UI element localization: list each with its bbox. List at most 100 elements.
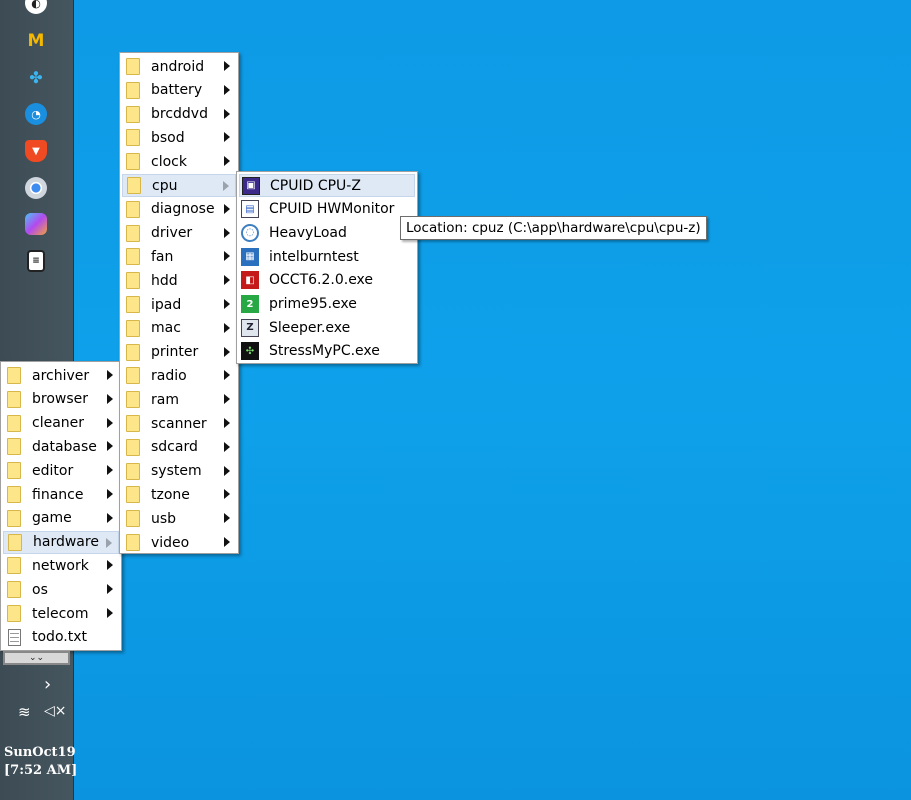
hardware-item-driver[interactable]: driver xyxy=(122,222,236,245)
hardware-item-printer[interactable]: printer xyxy=(122,341,236,364)
submenu-arrow-icon xyxy=(107,393,113,404)
hardware-item-label: usb xyxy=(151,510,177,527)
folder-icon xyxy=(7,557,21,575)
submenu-arrow-icon xyxy=(224,108,230,119)
root-item-telecom[interactable]: telecom xyxy=(3,602,119,625)
folder-icon xyxy=(126,486,140,504)
folder-icon xyxy=(126,224,140,242)
submenu-arrow-icon xyxy=(224,61,230,71)
cpu-item-label: intelburntest xyxy=(269,248,359,265)
hardware-item-mac[interactable]: mac xyxy=(122,317,236,340)
notepad-app-icon[interactable]: ≡ xyxy=(27,250,45,272)
submenu-arrow-icon xyxy=(107,584,113,595)
cpu-item-cpuid-hwmonitor[interactable]: ▤ CPUID HWMonitor xyxy=(239,198,415,221)
folder-icon xyxy=(7,509,21,527)
hardware-item-video[interactable]: video xyxy=(122,531,236,554)
root-item-network[interactable]: network xyxy=(3,554,119,577)
cpu-item-cpuid-cpu-z[interactable]: ▣ CPUID CPU-Z xyxy=(239,174,415,197)
cpu-item-sleeper-exe[interactable]: Z Sleeper.exe xyxy=(239,316,415,339)
hardware-item-usb[interactable]: usb xyxy=(122,507,236,530)
hardware-item-diagnose[interactable]: diagnose xyxy=(122,198,236,221)
folder-icon xyxy=(7,367,21,384)
hardware-item-battery[interactable]: battery xyxy=(122,79,236,102)
root-item-cleaner[interactable]: cleaner xyxy=(3,412,119,435)
volume-muted-icon[interactable]: ◁× xyxy=(44,703,67,719)
cpu-submenu: ▣ CPUID CPU-Z ▤ CPUID HWMonitor ◌ HeavyLoad ▦ i… xyxy=(236,171,418,364)
submenu-arrow-icon xyxy=(224,132,230,143)
cpu-item-label: OCCT6.2.0.exe xyxy=(269,272,374,289)
hardware-item-hdd[interactable]: hdd xyxy=(122,269,236,292)
root-item-archiver[interactable]: archiver xyxy=(3,364,119,387)
submenu-arrow-icon xyxy=(224,203,230,214)
tray-expand-chevron-icon[interactable]: › xyxy=(44,674,51,695)
hardware-item-label: battery xyxy=(151,82,203,99)
submenu-arrow-icon xyxy=(107,608,113,618)
hardware-item-label: brcddvd xyxy=(151,106,208,123)
prime95-icon: 2 xyxy=(241,295,259,313)
speedometer-icon[interactable]: ◔ xyxy=(25,103,47,125)
submenu-arrow-icon xyxy=(107,465,113,476)
hardware-item-sdcard[interactable]: sdcard xyxy=(122,436,236,459)
submenu-arrow-icon xyxy=(224,251,230,262)
taskbar-clock[interactable]: SunOct19 [7:52 AM] xyxy=(4,744,77,780)
root-item-game[interactable]: game xyxy=(3,507,119,530)
submenu-arrow-icon xyxy=(224,465,230,476)
hardware-item-label: ipad xyxy=(151,296,182,313)
hardware-item-label: system xyxy=(151,463,202,480)
hardware-item-ipad[interactable]: ipad xyxy=(122,293,236,316)
hardware-item-fan[interactable]: fan xyxy=(122,245,236,268)
hardware-item-cpu[interactable]: cpu xyxy=(122,174,236,197)
folder-icon xyxy=(7,390,21,408)
hardware-item-radio[interactable]: radio xyxy=(122,364,236,387)
wifi-icon[interactable]: ≋ xyxy=(18,703,31,721)
more-items-button[interactable]: ⌄⌄ xyxy=(3,651,70,665)
cpu-item-heavyload[interactable]: ◌ HeavyLoad xyxy=(239,221,415,244)
root-item-os[interactable]: os xyxy=(3,578,119,601)
gmail-icon[interactable]: M xyxy=(25,30,47,52)
incognito-icon[interactable]: ◐ xyxy=(25,0,47,14)
hardware-item-label: scanner xyxy=(151,415,207,432)
submenu-arrow-icon xyxy=(106,537,112,548)
root-item-label: editor xyxy=(32,462,74,479)
cpu-item-occt6-2-0-exe[interactable]: ◧ OCCT6.2.0.exe xyxy=(239,269,415,292)
root-item-database[interactable]: database xyxy=(3,435,119,458)
hardware-item-android[interactable]: android xyxy=(122,55,236,78)
folder-icon xyxy=(126,415,140,432)
cpu-item-stressmypc-exe[interactable]: ✣ StressMyPC.exe xyxy=(239,340,415,363)
microsoft-365-icon[interactable] xyxy=(25,213,47,235)
cpu-item-prime95-exe[interactable]: 2 prime95.exe xyxy=(239,293,415,316)
submenu-arrow-icon xyxy=(224,489,230,500)
root-item-editor[interactable]: editor xyxy=(3,459,119,482)
root-item-browser[interactable]: browser xyxy=(3,388,119,411)
hardware-item-ram[interactable]: ram xyxy=(122,388,236,411)
root-item-hardware[interactable]: hardware xyxy=(3,530,119,554)
hardware-item-clock[interactable]: clock xyxy=(122,150,236,173)
hardware-item-label: android xyxy=(151,58,205,75)
chrome-icon[interactable] xyxy=(25,177,47,199)
root-item-todo-txt[interactable]: todo.txt xyxy=(3,626,119,649)
folder-icon xyxy=(126,534,140,551)
hardware-item-system[interactable]: system xyxy=(122,460,236,483)
hardware-item-label: printer xyxy=(151,344,199,361)
folder-icon xyxy=(126,105,140,123)
location-tooltip: Location: cpuz (C:\app\hardware\cpu\cpu-… xyxy=(400,216,707,240)
brave-browser-icon[interactable]: ▼ xyxy=(25,140,47,162)
root-item-finance[interactable]: finance xyxy=(3,483,119,506)
hardware-item-tzone[interactable]: tzone xyxy=(122,483,236,506)
hardware-item-scanner[interactable]: scanner xyxy=(122,412,236,435)
hardware-item-brcddvd[interactable]: brcddvd xyxy=(122,103,236,126)
hardware-item-label: video xyxy=(151,534,190,551)
root-item-label: game xyxy=(32,510,72,527)
folder-icon xyxy=(126,296,140,313)
folder-icon xyxy=(126,200,140,218)
folder-icon xyxy=(7,581,21,599)
submenu-arrow-icon xyxy=(224,299,230,309)
cpu-item-intelburntest[interactable]: ▦ intelburntest xyxy=(239,245,415,268)
submenu-arrow-icon xyxy=(107,441,113,452)
sleeper-icon: Z xyxy=(241,318,259,337)
root-item-label: archiver xyxy=(32,367,90,384)
hardware-submenu: android battery brcddvd bsod clock cpu diagnos… xyxy=(119,52,239,554)
hardware-item-label: radio xyxy=(151,367,187,384)
kali-dragon-icon[interactable]: ✤ xyxy=(25,66,47,88)
hardware-item-bsod[interactable]: bsod xyxy=(122,126,236,149)
